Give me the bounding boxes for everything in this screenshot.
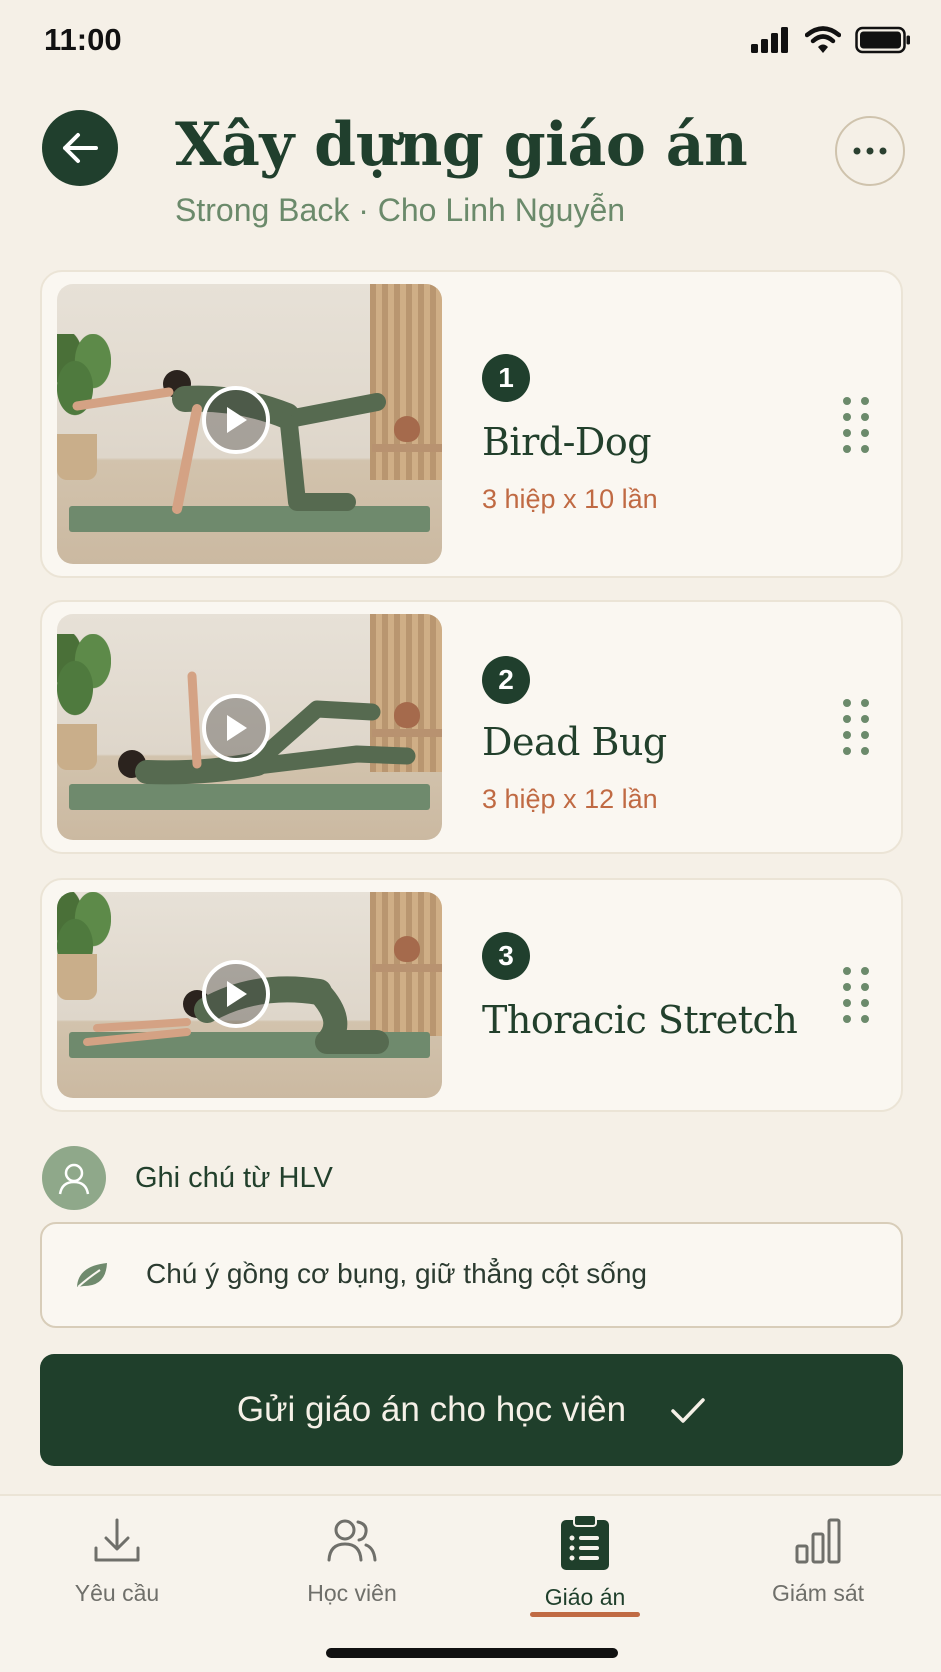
exercise-video-thumbnail[interactable] [57,892,442,1098]
leaf-icon [77,1263,107,1288]
battery-icon [855,26,910,54]
nav-label: Giáo án [544,1584,626,1610]
users-icon [327,1519,377,1562]
exercise-sets: 3 hiệp x 12 lần [482,784,658,814]
back-button[interactable] [42,110,118,186]
wifi-icon [805,26,841,53]
play-icon [227,981,247,1007]
nav-label: Học viên [307,1580,397,1606]
status-icons [751,26,911,54]
home-indicator[interactable] [326,1648,618,1658]
check-icon [671,1398,705,1423]
more-horizontal-icon [853,147,887,155]
exercise-sets: 3 hiệp x 10 lần [482,484,658,514]
play-icon [227,407,247,433]
exercise-name: Thoracic Stretch [482,998,798,1042]
page-title: Xây dựng giáo án [175,110,748,180]
coach-note-text: Chú ý gồng cơ bụng, giữ thẳng cột sống [146,1258,647,1289]
play-button[interactable] [202,694,270,762]
download-icon [94,1518,140,1562]
exercise-card[interactable]: 2 Dead Bug 3 hiệp x 12 lần [40,600,903,854]
clipboard-icon [561,1514,609,1570]
active-tab-indicator [530,1612,640,1617]
drag-handle-icon[interactable] [841,698,871,756]
nav-item-lesson-plans[interactable]: Giáo án [485,1514,685,1611]
exercise-name: Bird-Dog [482,420,652,464]
signal-icon [751,27,788,53]
coach-note-label: Ghi chú từ HLV [135,1162,333,1194]
play-button[interactable] [202,386,270,454]
bottom-nav: Yêu cầu Học viên Giáo án Giám sát [0,1494,941,1672]
send-plan-label: Gửi giáo án cho học viên [236,1390,627,1429]
drag-handle-icon[interactable] [841,396,871,454]
page-subtitle: Strong Back · Cho Linh Nguyễn [175,192,626,228]
arrow-left-icon [63,133,98,163]
nav-item-requests[interactable]: Yêu cầu [17,1514,217,1607]
exercise-card[interactable]: 1 Bird-Dog 3 hiệp x 10 lần [40,270,903,578]
exercise-number-badge: 1 [482,354,530,402]
exercise-video-thumbnail[interactable] [57,614,442,840]
exercise-number-badge: 2 [482,656,530,704]
coach-note-field[interactable]: Chú ý gồng cơ bụng, giữ thẳng cột sống [40,1222,903,1328]
exercise-number-badge: 3 [482,932,530,980]
nav-label: Giám sát [771,1580,865,1606]
coach-avatar [42,1146,106,1210]
exercise-video-thumbnail[interactable] [57,284,442,564]
send-plan-button[interactable]: Gửi giáo án cho học viên [40,1354,903,1466]
play-icon [227,715,247,741]
drag-handle-icon[interactable] [841,966,871,1024]
person-icon [58,1163,90,1195]
nav-item-students[interactable]: Học viên [252,1514,452,1607]
nav-label: Yêu cầu [74,1580,160,1606]
more-options-button[interactable] [835,116,905,186]
status-bar: 11:00 [0,0,941,82]
status-time: 11:00 [44,22,122,57]
play-button[interactable] [202,960,270,1028]
bar-chart-icon [795,1518,841,1564]
exercise-name: Dead Bug [482,720,667,764]
exercise-card[interactable]: 3 Thoracic Stretch [40,878,903,1112]
nav-item-monitoring[interactable]: Giám sát [718,1514,918,1607]
